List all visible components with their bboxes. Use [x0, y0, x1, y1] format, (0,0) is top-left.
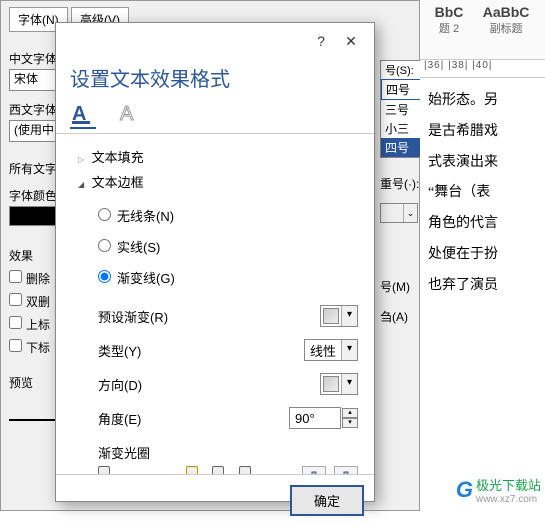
chevron-down-icon[interactable]: ▾ [341, 306, 357, 326]
doc-line: “舞台（表 [428, 178, 537, 209]
style-heading2[interactable]: BbC 题 2 [422, 4, 476, 36]
bg-effects-label: 效果 [9, 249, 33, 263]
logo-brand: 极光下载站 [476, 478, 541, 493]
style-name-2: 副标题 [479, 20, 533, 36]
gradient-stop-4[interactable] [239, 466, 251, 474]
bg-right-fragment: 重号(·): ⌄ 号(M) 刍(A) [380, 170, 419, 334]
remove-stop-button[interactable] [334, 466, 358, 474]
document-text: 始形态。另 是古希腊戏 式表演出来 “舞台（表 角色的代言 处便在于扮 也弃了演… [420, 78, 545, 310]
style-subtitle[interactable]: AaBbC 副标题 [479, 4, 533, 36]
doc-line: 是古希腊戏 [428, 117, 537, 148]
watermark-logo: G 极光下载站 www.xz7.com [456, 475, 541, 505]
type-combo[interactable]: 线性▾ [304, 339, 358, 361]
gradient-swatch-icon [323, 308, 339, 324]
direction-swatch-icon [323, 376, 339, 392]
ruler: |36| |38| |40| [420, 60, 545, 78]
text-effects-dialog: ? ✕ 设置文本效果格式 A A 文本填充 文本边框 无线条(N) 实线(S) … [55, 22, 375, 502]
logo-icon: G [456, 477, 473, 503]
svg-text:A: A [72, 103, 86, 124]
gradient-stops-row [72, 464, 358, 474]
tree-text-outline[interactable]: 文本边框 [72, 169, 358, 194]
radio-gradient[interactable]: 渐变线(G) [98, 262, 358, 293]
add-stop-button[interactable] [302, 466, 326, 474]
caret-down-icon [78, 175, 88, 190]
ribbon-styles: BbC 题 2 AaBbC 副标题 [420, 0, 545, 60]
dialog-title: 设置文本效果格式 [56, 59, 374, 102]
doc-line: 也弃了演员 [428, 271, 537, 302]
svg-text:A: A [120, 103, 134, 124]
spin-down-icon[interactable]: ▾ [342, 418, 358, 428]
caret-right-icon [78, 150, 88, 165]
outline-radios: 无线条(N) 实线(S) 渐变线(G) [72, 194, 358, 299]
close-button[interactable]: ✕ [336, 27, 366, 55]
ok-button[interactable]: 确定 [290, 485, 364, 516]
style-sample-1: BbC [422, 4, 476, 20]
size-item-0[interactable]: 三号 [381, 100, 423, 119]
bg-opt-a: 刍(A) [380, 310, 408, 324]
tree-text-fill-label: 文本填充 [92, 150, 144, 165]
size-item-1[interactable]: 小三 [381, 119, 423, 138]
doc-line: 处便在于扮 [428, 240, 537, 271]
label-angle: 角度(E) [98, 409, 141, 428]
bg-weight-label: 重号(·): [380, 177, 419, 191]
row-direction: 方向(D) ▾ [72, 367, 358, 401]
add-stop-icon [307, 471, 321, 474]
tab-text-effects[interactable]: A [118, 102, 144, 129]
size-item-2-selected[interactable]: 四号 [381, 138, 423, 157]
letter-a-outline-icon: A [118, 102, 144, 124]
size-list-top[interactable]: 四号 [381, 79, 423, 100]
style-name-1: 题 2 [422, 20, 476, 36]
row-type: 类型(Y) 线性▾ [72, 333, 358, 367]
gradient-slider[interactable] [98, 466, 294, 474]
dialog-footer: 确定 [56, 474, 374, 526]
angle-value: 90° [290, 411, 340, 426]
label-preset: 预设渐变(R) [98, 307, 168, 326]
tab-text-fill-outline[interactable]: A [70, 102, 96, 129]
direction-combo[interactable]: ▾ [320, 373, 358, 395]
font-size-list[interactable]: 号(S): 四号 三号 小三 四号 [380, 60, 424, 158]
bg-opt-m: 号(M) [380, 280, 410, 294]
doc-line: 角色的代言 [428, 209, 537, 240]
tree-text-outline-label: 文本边框 [92, 175, 144, 190]
document-area: BbC 题 2 AaBbC 副标题 |36| |38| |40| 始形态。另 是… [420, 0, 545, 511]
size-list-header: 号(S): [381, 61, 423, 79]
type-value: 线性 [305, 341, 341, 360]
gradient-stop-1[interactable] [98, 466, 110, 474]
style-sample-2: AaBbC [479, 4, 533, 20]
bg-weight-combo[interactable]: ⌄ [380, 203, 418, 223]
label-stops: 渐变光圈 [72, 435, 358, 464]
label-type: 类型(Y) [98, 341, 141, 360]
dialog-tabs: A A [56, 102, 374, 134]
tree-text-fill[interactable]: 文本填充 [72, 144, 358, 169]
doc-line: 式表演出来 [428, 148, 537, 179]
help-button[interactable]: ? [306, 27, 336, 55]
chevron-down-icon[interactable]: ▾ [341, 340, 357, 360]
label-direction: 方向(D) [98, 375, 142, 394]
dialog-body: 文本填充 文本边框 无线条(N) 实线(S) 渐变线(G) 预设渐变(R) ▾ … [56, 134, 374, 474]
letter-a-filled-icon: A [70, 102, 96, 124]
radio-solid[interactable]: 实线(S) [98, 231, 358, 262]
dialog-titlebar: ? ✕ [56, 23, 374, 59]
doc-line: 始形态。另 [428, 86, 537, 117]
gradient-stop-3[interactable] [212, 466, 224, 474]
remove-stop-icon [339, 471, 353, 474]
spin-up-icon[interactable]: ▴ [342, 408, 358, 418]
angle-spinner[interactable]: ▴▾ [342, 408, 358, 428]
preset-combo[interactable]: ▾ [320, 305, 358, 327]
gradient-stop-2[interactable] [186, 466, 198, 474]
row-angle: 角度(E) 90° ▴▾ [72, 401, 358, 435]
logo-url: www.xz7.com [476, 494, 541, 505]
chevron-down-icon[interactable]: ▾ [341, 374, 357, 394]
angle-input[interactable]: 90° [289, 407, 341, 429]
radio-no-line[interactable]: 无线条(N) [98, 200, 358, 231]
row-preset: 预设渐变(R) ▾ [72, 299, 358, 333]
